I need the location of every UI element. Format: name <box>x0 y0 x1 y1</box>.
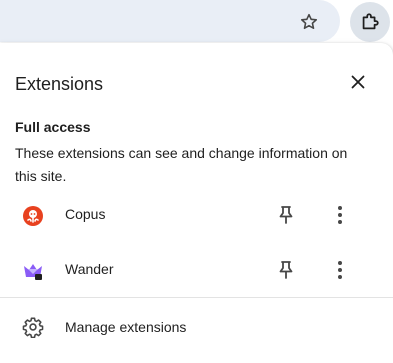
pin-button[interactable] <box>272 256 300 284</box>
close-button[interactable] <box>343 67 373 97</box>
section-description: These extensions can see and change info… <box>15 145 348 184</box>
pin-icon <box>279 261 293 279</box>
bookmark-star-button[interactable] <box>294 7 324 37</box>
more-options-button[interactable] <box>326 201 354 229</box>
copus-octopus-icon <box>23 206 43 226</box>
pin-icon <box>279 206 293 224</box>
manage-extensions-label: Manage extensions <box>65 319 187 335</box>
browser-toolbar <box>0 0 393 44</box>
manage-extensions-item[interactable]: Manage extensions <box>0 303 393 349</box>
panel-title: Extensions <box>15 74 104 94</box>
more-options-button[interactable] <box>326 256 354 284</box>
extensions-toolbar-button[interactable] <box>350 2 390 42</box>
extension-name: Copus <box>65 206 106 222</box>
wander-crown-icon <box>24 264 42 280</box>
extension-row-wander[interactable]: Wander <box>0 246 393 294</box>
extensions-menu: Extensions Full access These extensions … <box>0 43 393 363</box>
more-vert-icon <box>338 261 342 279</box>
extension-name: Wander <box>65 261 114 277</box>
gear-icon <box>22 317 44 338</box>
star-outline-icon <box>300 13 318 30</box>
divider <box>0 297 393 298</box>
omnibox[interactable] <box>0 0 340 42</box>
extension-row-copus[interactable]: Copus <box>0 191 393 239</box>
section-title: Full access <box>15 119 91 135</box>
pin-button[interactable] <box>272 201 300 229</box>
puzzle-icon <box>362 13 379 30</box>
more-vert-icon <box>338 206 342 224</box>
close-icon <box>351 75 365 89</box>
